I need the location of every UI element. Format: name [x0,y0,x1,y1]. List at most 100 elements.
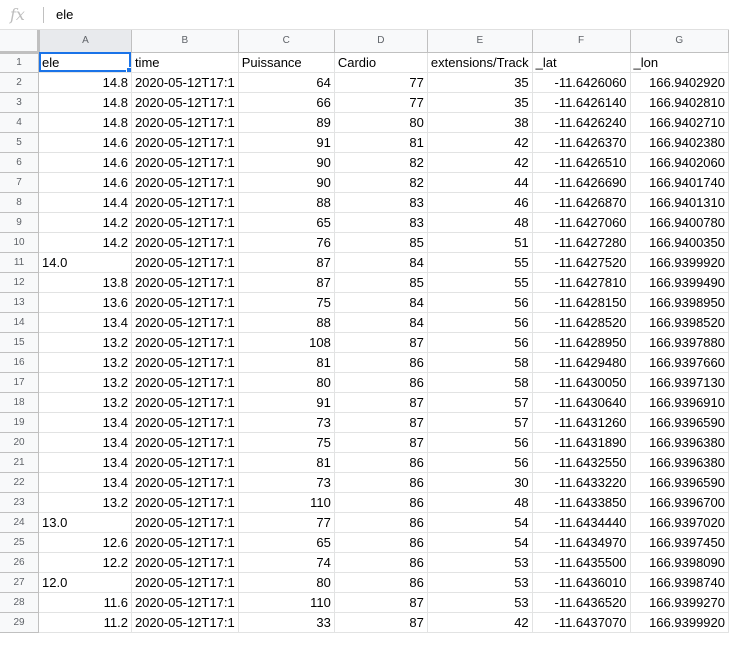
cell-c28[interactable]: 110 [238,592,335,613]
row-header-16[interactable]: 16 [0,352,40,373]
cell-g7[interactable]: 166.9401740 [630,172,729,193]
cell-a28[interactable]: 11.6 [38,592,132,613]
cell-c7[interactable]: 90 [238,172,335,193]
row-header-5[interactable]: 5 [0,132,40,153]
cell-c1[interactable]: Puissance [238,52,335,73]
cell-a6[interactable]: 14.6 [38,152,132,173]
cell-d28[interactable]: 87 [334,592,428,613]
column-header-a[interactable]: A [38,30,132,53]
cell-a2[interactable]: 14.8 [38,72,132,93]
cell-c18[interactable]: 91 [238,392,335,413]
cell-f16[interactable]: -11.6429480 [532,352,631,373]
cell-d7[interactable]: 82 [334,172,428,193]
cell-e14[interactable]: 56 [427,312,533,333]
cell-a23[interactable]: 13.2 [38,492,132,513]
cell-g9[interactable]: 166.9400780 [630,212,729,233]
cell-b19[interactable]: 2020-05-12T17:1 [131,412,239,433]
cell-b7[interactable]: 2020-05-12T17:1 [131,172,239,193]
cell-a16[interactable]: 13.2 [38,352,132,373]
cell-b28[interactable]: 2020-05-12T17:1 [131,592,239,613]
cell-d27[interactable]: 86 [334,572,428,593]
cell-b17[interactable]: 2020-05-12T17:1 [131,372,239,393]
cell-b5[interactable]: 2020-05-12T17:1 [131,132,239,153]
row-header-11[interactable]: 11 [0,252,40,273]
cell-d23[interactable]: 86 [334,492,428,513]
cell-e12[interactable]: 55 [427,272,533,293]
cell-a20[interactable]: 13.4 [38,432,132,453]
row-header-2[interactable]: 2 [0,72,40,93]
row-header-7[interactable]: 7 [0,172,40,193]
cell-g28[interactable]: 166.9399270 [630,592,729,613]
cell-c6[interactable]: 90 [238,152,335,173]
cell-f8[interactable]: -11.6426870 [532,192,631,213]
cell-a12[interactable]: 13.8 [38,272,132,293]
cell-a19[interactable]: 13.4 [38,412,132,433]
cell-d29[interactable]: 87 [334,612,428,633]
cell-f28[interactable]: -11.6436520 [532,592,631,613]
cell-d4[interactable]: 80 [334,112,428,133]
cell-b14[interactable]: 2020-05-12T17:1 [131,312,239,333]
cell-g17[interactable]: 166.9397130 [630,372,729,393]
cell-e4[interactable]: 38 [427,112,533,133]
cell-e26[interactable]: 53 [427,552,533,573]
cell-e2[interactable]: 35 [427,72,533,93]
cell-f11[interactable]: -11.6427520 [532,252,631,273]
cell-c4[interactable]: 89 [238,112,335,133]
cell-b8[interactable]: 2020-05-12T17:1 [131,192,239,213]
row-header-13[interactable]: 13 [0,292,40,313]
cell-g15[interactable]: 166.9397880 [630,332,729,353]
cell-c26[interactable]: 74 [238,552,335,573]
cell-a17[interactable]: 13.2 [38,372,132,393]
cell-d20[interactable]: 87 [334,432,428,453]
cell-b9[interactable]: 2020-05-12T17:1 [131,212,239,233]
cell-e24[interactable]: 54 [427,512,533,533]
cell-d2[interactable]: 77 [334,72,428,93]
row-header-15[interactable]: 15 [0,332,40,353]
cell-f9[interactable]: -11.6427060 [532,212,631,233]
cell-a29[interactable]: 11.2 [38,612,132,633]
cell-c9[interactable]: 65 [238,212,335,233]
formula-input[interactable]: ele [56,7,73,22]
cell-e19[interactable]: 57 [427,412,533,433]
cell-d15[interactable]: 87 [334,332,428,353]
cell-a13[interactable]: 13.6 [38,292,132,313]
cell-g18[interactable]: 166.9396910 [630,392,729,413]
cell-d5[interactable]: 81 [334,132,428,153]
cell-f19[interactable]: -11.6431260 [532,412,631,433]
cell-c27[interactable]: 80 [238,572,335,593]
cell-a26[interactable]: 12.2 [38,552,132,573]
cell-c5[interactable]: 91 [238,132,335,153]
cell-e27[interactable]: 53 [427,572,533,593]
cell-a14[interactable]: 13.4 [38,312,132,333]
row-header-4[interactable]: 4 [0,112,40,133]
cell-c29[interactable]: 33 [238,612,335,633]
row-header-20[interactable]: 20 [0,432,40,453]
row-header-26[interactable]: 26 [0,552,40,573]
cell-e28[interactable]: 53 [427,592,533,613]
cell-f1[interactable]: _lat [532,52,631,73]
cell-c2[interactable]: 64 [238,72,335,93]
row-header-27[interactable]: 27 [0,572,40,593]
row-header-29[interactable]: 29 [0,612,40,633]
cell-c22[interactable]: 73 [238,472,335,493]
cell-g27[interactable]: 166.9398740 [630,572,729,593]
cell-d16[interactable]: 86 [334,352,428,373]
row-header-12[interactable]: 12 [0,272,40,293]
cell-g6[interactable]: 166.9402060 [630,152,729,173]
cell-d12[interactable]: 85 [334,272,428,293]
cell-d21[interactable]: 86 [334,452,428,473]
cell-a21[interactable]: 13.4 [38,452,132,473]
cell-b4[interactable]: 2020-05-12T17:1 [131,112,239,133]
cell-c21[interactable]: 81 [238,452,335,473]
cell-d14[interactable]: 84 [334,312,428,333]
cell-b3[interactable]: 2020-05-12T17:1 [131,92,239,113]
cell-f26[interactable]: -11.6435500 [532,552,631,573]
row-header-14[interactable]: 14 [0,312,40,333]
cell-e7[interactable]: 44 [427,172,533,193]
column-header-f[interactable]: F [532,30,631,53]
cell-g26[interactable]: 166.9398090 [630,552,729,573]
row-header-1[interactable]: 1 [0,52,40,73]
cell-e8[interactable]: 46 [427,192,533,213]
row-header-10[interactable]: 10 [0,232,40,253]
cell-c17[interactable]: 80 [238,372,335,393]
